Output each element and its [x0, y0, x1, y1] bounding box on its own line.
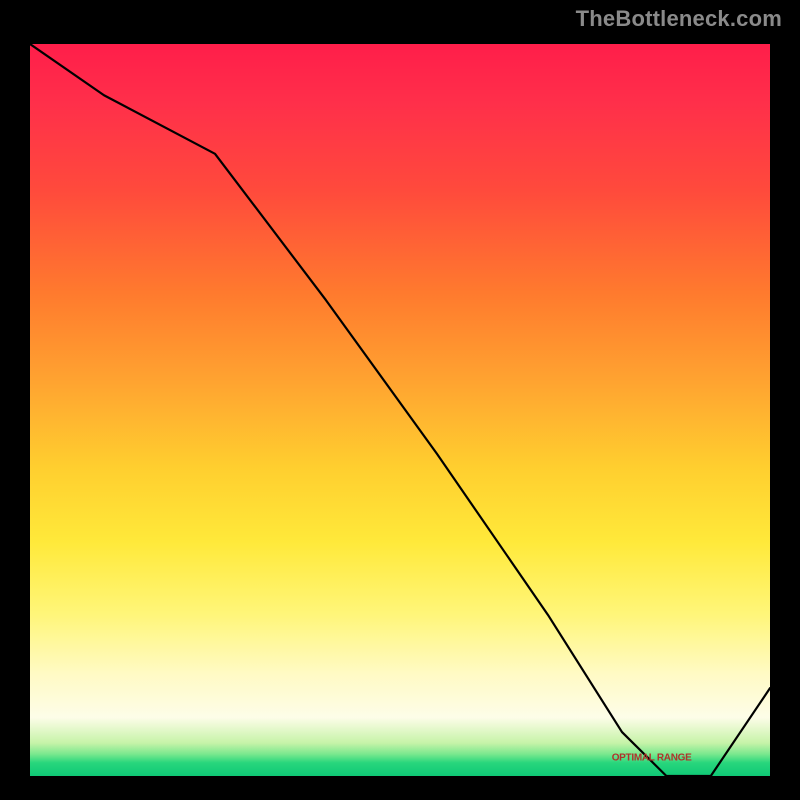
valley-label: OPTIMAL RANGE	[612, 752, 692, 763]
bottleneck-curve	[30, 44, 770, 776]
watermark-text: TheBottleneck.com	[576, 6, 782, 32]
plot-frame: OPTIMAL RANGE	[20, 34, 780, 786]
chart-stage: TheBottleneck.com OPTIMAL RANGE	[0, 0, 800, 800]
plot-area: OPTIMAL RANGE	[30, 44, 770, 776]
